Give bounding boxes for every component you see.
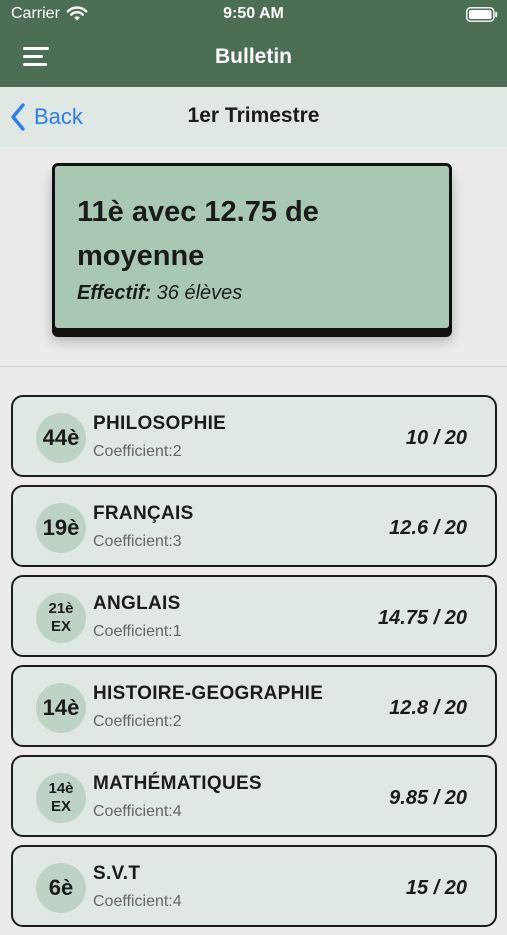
rank-value: 44è: [42, 425, 80, 450]
rank-ex-marker: EX: [50, 798, 71, 815]
subject-name: ANGLAIS: [93, 593, 181, 614]
rank-badge: 21è EX: [36, 593, 86, 643]
subject-row[interactable]: 14è EX MATHÉMATIQUES Coefficient:4 9.85 …: [11, 755, 497, 837]
subject-grade: 15 / 20: [405, 877, 467, 899]
subject-name: PHILOSOPHIE: [93, 413, 227, 434]
subject-grade: 9.85 / 20: [389, 787, 467, 809]
subject-coefficient: Coefficient:4: [93, 893, 182, 910]
summary-card: 11è avec 12.75 de moyenne Effectif: 36 é…: [52, 163, 452, 331]
subject-grade: 10 / 20: [405, 427, 467, 449]
rank-badge: 14è EX: [36, 773, 86, 823]
subject-grade: 12.6 / 20: [389, 517, 467, 539]
subject-name: MATHÉMATIQUES: [93, 773, 262, 794]
page-title: Bulletin: [215, 45, 292, 68]
subject-row[interactable]: 6è S.V.T Coefficient:4 15 / 20: [11, 845, 497, 927]
subject-list: 44è PHILOSOPHIE Coefficient:2 10 / 20 19…: [11, 395, 497, 935]
rank-ex-marker: EX: [50, 618, 71, 635]
subject-coefficient: Coefficient:2: [93, 713, 182, 730]
subject-name: HISTOIRE-GEOGRAPHIE: [93, 683, 324, 704]
effectif-value: 36 élèves: [156, 282, 243, 304]
period-title: 1er Trimestre: [187, 104, 320, 127]
rank-value: 6è: [48, 875, 74, 900]
subject-coefficient: Coefficient:1: [93, 623, 182, 640]
rank-badge: 19è: [36, 503, 86, 553]
subject-name: S.V.T: [93, 863, 141, 884]
rank-average-headline: 11è avec 12.75 de moyenne: [77, 196, 319, 272]
divider: [0, 366, 507, 367]
rank-badge: 44è: [36, 413, 86, 463]
subject-row[interactable]: 21è EX ANGLAIS Coefficient:1 14.75 / 20: [11, 575, 497, 657]
rank-value: 19è: [42, 515, 80, 540]
rank-value: 21è: [48, 600, 74, 617]
battery-icon: [466, 7, 498, 22]
status-bar: Carrier 9:50 AM: [0, 0, 507, 30]
subject-grade: 14.75 / 20: [378, 607, 467, 629]
subject-row[interactable]: 19è FRANÇAIS Coefficient:3 12.6 / 20: [11, 485, 497, 567]
rank-badge: 6è: [36, 863, 86, 913]
subject-coefficient: Coefficient:2: [93, 443, 182, 460]
subject-name: FRANÇAIS: [93, 503, 194, 524]
subject-row[interactable]: 44è PHILOSOPHIE Coefficient:2 10 / 20: [11, 395, 497, 477]
app-header: Carrier 9:50 AM Bulletin: [0, 0, 507, 87]
subject-coefficient: Coefficient:4: [93, 803, 182, 820]
subject-coefficient: Coefficient:3: [93, 533, 182, 550]
rank-badge: 14è: [36, 683, 86, 733]
clock: 9:50 AM: [223, 5, 284, 22]
class-size: Effectif: 36 élèves: [77, 282, 427, 305]
rank-value: 14è: [48, 780, 74, 797]
rank-value: 14è: [42, 695, 80, 720]
effectif-label: Effectif:: [77, 282, 152, 304]
sub-navigation-bar: Back 1er Trimestre: [0, 87, 507, 147]
subject-row[interactable]: 14è HISTOIRE-GEOGRAPHIE Coefficient:2 12…: [11, 665, 497, 747]
subject-grade: 12.8 / 20: [389, 697, 467, 719]
